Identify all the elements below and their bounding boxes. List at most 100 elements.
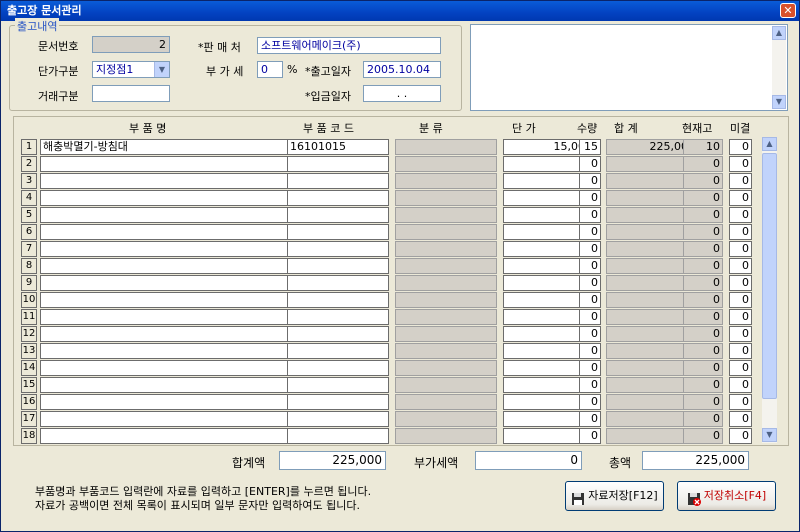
part-code-cell[interactable] (287, 411, 389, 427)
unresolved-cell[interactable]: 0 (729, 156, 752, 172)
part-code-cell[interactable] (287, 207, 389, 223)
main-window: 출고장 문서관리 ✕ 출고내역 문서번호 2 단가구분 지정점1 ▼ 거래구분 … (0, 0, 800, 532)
qty-cell[interactable]: 0 (579, 275, 601, 291)
scroll-down-icon[interactable]: ▼ (772, 95, 786, 109)
stock-cell: 0 (683, 292, 723, 308)
part-code-cell[interactable] (287, 377, 389, 393)
qty-cell[interactable]: 0 (579, 343, 601, 359)
unresolved-cell[interactable]: 0 (729, 394, 752, 410)
part-name-cell[interactable] (40, 207, 303, 223)
memo-scrollbar[interactable]: ▲ ▼ (772, 26, 786, 109)
row-number: 14 (21, 360, 37, 376)
part-name-cell[interactable] (40, 190, 303, 206)
qty-cell[interactable]: 0 (579, 326, 601, 342)
qty-cell[interactable]: 0 (579, 360, 601, 376)
part-code-cell[interactable] (287, 173, 389, 189)
part-code-cell[interactable] (287, 156, 389, 172)
part-name-cell[interactable] (40, 360, 303, 376)
unresolved-cell[interactable]: 0 (729, 377, 752, 393)
qty-cell[interactable]: 0 (579, 207, 601, 223)
pay-date-field[interactable]: . . (363, 85, 441, 102)
price-type-select[interactable]: 지정점1 ▼ (92, 61, 170, 78)
unresolved-cell[interactable]: 0 (729, 428, 752, 444)
unresolved-cell[interactable]: 0 (729, 139, 752, 155)
part-code-cell[interactable] (287, 224, 389, 240)
part-name-cell[interactable] (40, 394, 303, 410)
qty-cell[interactable]: 0 (579, 292, 601, 308)
part-name-cell[interactable]: 해충박멸기-방침대 (40, 139, 303, 155)
ship-date-field[interactable]: 2005.10.04 (363, 61, 441, 78)
part-code-cell[interactable] (287, 360, 389, 376)
header-unresolved: 미결 (730, 122, 751, 135)
trade-type-field[interactable] (92, 85, 170, 102)
part-name-cell[interactable] (40, 224, 303, 240)
part-name-cell[interactable] (40, 258, 303, 274)
scroll-down-icon[interactable]: ▼ (762, 428, 777, 442)
part-name-cell[interactable] (40, 428, 303, 444)
unresolved-cell[interactable]: 0 (729, 224, 752, 240)
unresolved-cell[interactable]: 0 (729, 326, 752, 342)
memo-textarea[interactable]: ▲ ▼ (470, 24, 788, 111)
unresolved-cell[interactable]: 0 (729, 241, 752, 257)
part-name-cell[interactable] (40, 241, 303, 257)
qty-cell[interactable]: 0 (579, 190, 601, 206)
part-code-cell[interactable] (287, 428, 389, 444)
qty-cell[interactable]: 0 (579, 309, 601, 325)
close-button[interactable]: ✕ (780, 3, 796, 18)
unresolved-cell[interactable]: 0 (729, 207, 752, 223)
unresolved-cell[interactable]: 0 (729, 258, 752, 274)
scroll-thumb[interactable] (762, 153, 777, 399)
part-name-cell[interactable] (40, 411, 303, 427)
class-cell (395, 275, 497, 291)
unresolved-cell[interactable]: 0 (729, 173, 752, 189)
save-button[interactable]: 자료저장[F12] (565, 481, 664, 511)
scroll-up-icon[interactable]: ▲ (772, 26, 786, 40)
seller-field[interactable]: 소프트웨어메이크(주) (257, 37, 441, 54)
part-name-cell[interactable] (40, 173, 303, 189)
part-name-cell[interactable] (40, 326, 303, 342)
qty-cell[interactable]: 0 (579, 428, 601, 444)
unresolved-cell[interactable]: 0 (729, 309, 752, 325)
chevron-down-icon[interactable]: ▼ (154, 62, 169, 77)
qty-cell[interactable]: 0 (579, 411, 601, 427)
qty-cell[interactable]: 0 (579, 258, 601, 274)
part-code-cell[interactable] (287, 275, 389, 291)
part-name-cell[interactable] (40, 343, 303, 359)
qty-cell[interactable]: 0 (579, 224, 601, 240)
part-name-cell[interactable] (40, 156, 303, 172)
part-code-cell[interactable] (287, 309, 389, 325)
class-cell (395, 343, 497, 359)
part-code-cell[interactable]: 16101015 (287, 139, 389, 155)
qty-cell[interactable]: 0 (579, 156, 601, 172)
cancel-save-button[interactable]: 저장취소[F4] (677, 481, 776, 511)
vat-field[interactable]: 0 (257, 61, 283, 78)
unresolved-cell[interactable]: 0 (729, 190, 752, 206)
qty-cell[interactable]: 0 (579, 241, 601, 257)
qty-cell[interactable]: 0 (579, 394, 601, 410)
qty-cell[interactable]: 0 (579, 377, 601, 393)
part-code-cell[interactable] (287, 190, 389, 206)
header-total: 합 계 (614, 122, 638, 135)
part-name-cell[interactable] (40, 292, 303, 308)
vat-label: 부 가 세 (206, 65, 244, 78)
part-name-cell[interactable] (40, 309, 303, 325)
unresolved-cell[interactable]: 0 (729, 411, 752, 427)
stock-cell: 0 (683, 326, 723, 342)
part-code-cell[interactable] (287, 241, 389, 257)
qty-cell[interactable]: 15 (579, 139, 601, 155)
qty-cell[interactable]: 0 (579, 173, 601, 189)
row-number: 10 (21, 292, 37, 308)
grid-scrollbar[interactable]: ▲ ▼ (762, 137, 777, 443)
part-code-cell[interactable] (287, 258, 389, 274)
part-code-cell[interactable] (287, 394, 389, 410)
unresolved-cell[interactable]: 0 (729, 275, 752, 291)
scroll-up-icon[interactable]: ▲ (762, 137, 777, 151)
unresolved-cell[interactable]: 0 (729, 360, 752, 376)
part-name-cell[interactable] (40, 275, 303, 291)
part-name-cell[interactable] (40, 377, 303, 393)
part-code-cell[interactable] (287, 292, 389, 308)
unresolved-cell[interactable]: 0 (729, 343, 752, 359)
part-code-cell[interactable] (287, 326, 389, 342)
part-code-cell[interactable] (287, 343, 389, 359)
unresolved-cell[interactable]: 0 (729, 292, 752, 308)
